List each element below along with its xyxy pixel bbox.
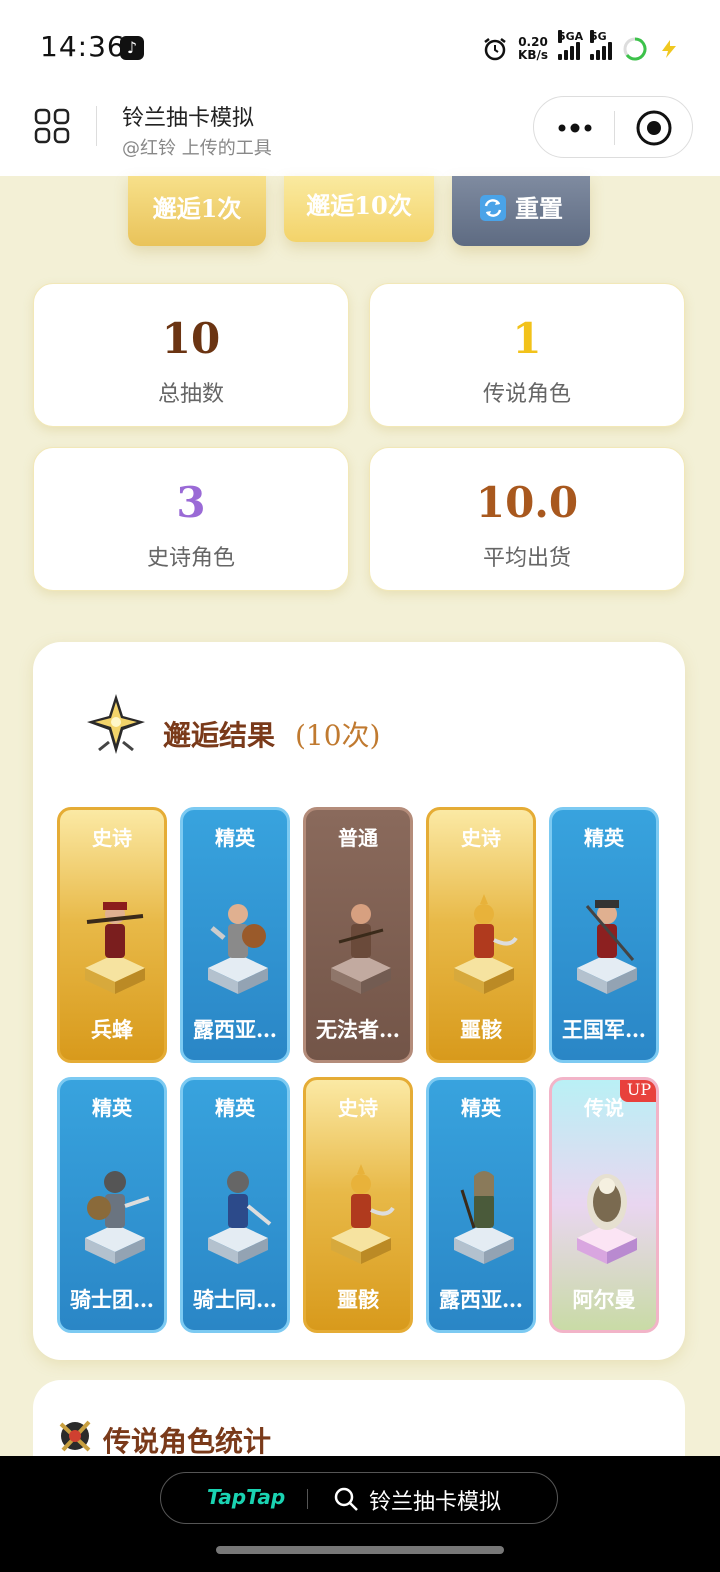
card-name: 兵蜂 — [91, 1017, 133, 1042]
status-time: 14:36 — [40, 30, 126, 63]
character-sprite — [577, 1174, 637, 1264]
search-text: 铃兰抽卡模拟 — [369, 1490, 502, 1515]
stat-value: 1 — [512, 314, 542, 363]
search-icon — [334, 1487, 358, 1511]
card-rarity: 普通 — [338, 826, 378, 850]
results-panel: 邂逅结果 (10次) 史诗 兵蜂 精英 露西亚… 普通 无法者… 史诗 噩骸 精… — [33, 642, 685, 1360]
card-name: 噩骸 — [460, 1017, 502, 1042]
character-sprite — [577, 900, 637, 994]
card-name: 王国军… — [562, 1017, 646, 1042]
card-rarity: 精英 — [461, 1096, 501, 1120]
divider — [96, 106, 97, 146]
result-card[interactable]: 精英 王国军… — [549, 807, 659, 1063]
card-rarity: 史诗 — [461, 826, 501, 850]
draw-ten-button[interactable]: 邂逅10次 — [284, 176, 434, 242]
character-sprite — [454, 894, 518, 994]
status-bar: 14:36 ♪ 0.20 KB/s 5GA 5G — [0, 0, 720, 96]
card-name: 阿尔曼 — [572, 1287, 636, 1312]
alarm-icon — [484, 38, 506, 61]
character-sprite — [85, 902, 145, 994]
legend-stats-title: 传说角色统计 — [103, 1425, 272, 1458]
net-speed: 0.20 KB/s — [518, 35, 548, 62]
status-icons: 0.20 KB/s 5GA 5G — [482, 30, 680, 64]
taptap-logo: TapTap — [207, 1485, 286, 1509]
results-count: (10次) — [295, 719, 381, 752]
search-pill[interactable]: TapTap 铃兰抽卡模拟 — [160, 1472, 558, 1524]
stat-value: 3 — [176, 478, 206, 527]
card-name: 骑士团… — [70, 1287, 154, 1312]
result-card[interactable]: 精英 骑士团… — [57, 1077, 167, 1333]
signal-icon: 5GA — [558, 30, 583, 60]
stat-value: 10 — [161, 314, 221, 363]
card-rarity: 精英 — [92, 1096, 132, 1120]
draw-one-button[interactable]: 邂逅1次 — [128, 176, 266, 246]
card-rarity: 精英 — [215, 826, 255, 850]
card-rarity: 史诗 — [92, 826, 132, 850]
stat-label: 传说角色 — [482, 382, 571, 407]
battery-icon — [623, 37, 647, 61]
result-card[interactable]: 史诗 噩骸 — [426, 807, 536, 1063]
home-indicator[interactable] — [216, 1546, 504, 1554]
star-emblem-icon — [87, 694, 145, 754]
card-name: 露西亚… — [439, 1287, 523, 1312]
signal-icon: 5G — [590, 30, 612, 60]
app-subtitle: @红铃 上传的工具 — [122, 138, 272, 159]
stat-average: 10.0 平均出货 — [369, 447, 685, 591]
card-name: 无法者… — [316, 1017, 400, 1042]
capsule-divider — [614, 111, 615, 145]
card-name: 骑士同… — [193, 1287, 277, 1312]
result-card[interactable]: 普通 无法者… — [303, 807, 413, 1063]
card-rarity: 史诗 — [338, 1096, 378, 1120]
stat-label: 史诗角色 — [146, 546, 235, 571]
stat-legendary: 1 传说角色 — [369, 283, 685, 427]
reset-label: 重置 — [515, 194, 563, 223]
card-rarity: 精英 — [584, 826, 624, 850]
character-sprite — [331, 1164, 395, 1264]
result-card[interactable]: 精英 骑士同… — [180, 1077, 290, 1333]
character-sprite — [85, 1171, 150, 1264]
bottom-bar: TapTap 铃兰抽卡模拟 — [0, 1456, 720, 1572]
stat-label: 平均出货 — [482, 546, 571, 571]
stat-label: 总抽数 — [157, 382, 224, 407]
character-sprite — [208, 904, 268, 994]
character-sprite — [454, 1171, 514, 1264]
stat-value: 10.0 — [475, 478, 579, 527]
result-card[interactable]: 传说 UP 阿尔曼 — [549, 1077, 659, 1333]
close-miniprogram-icon[interactable] — [634, 108, 674, 148]
character-sprite — [208, 1171, 272, 1264]
card-name: 噩骸 — [337, 1287, 379, 1312]
card-rarity: 精英 — [215, 1096, 255, 1120]
result-card[interactable]: 史诗 噩骸 — [303, 1077, 413, 1333]
results-title: 邂逅结果 — [163, 719, 276, 752]
more-icon[interactable] — [556, 118, 594, 138]
charging-icon — [662, 40, 676, 58]
capsule-menu — [533, 96, 693, 158]
up-badge: UP — [620, 1080, 656, 1102]
legend-emblem-icon — [59, 1420, 91, 1452]
character-sprite — [331, 904, 391, 994]
stat-epic: 3 史诗角色 — [33, 447, 349, 591]
result-card[interactable]: 史诗 兵蜂 — [57, 807, 167, 1063]
result-card[interactable]: 精英 露西亚… — [180, 807, 290, 1063]
result-card[interactable]: 精英 露西亚… — [426, 1077, 536, 1333]
card-name: 露西亚… — [193, 1017, 277, 1042]
app-header: 铃兰抽卡模拟 @红铃 上传的工具 — [0, 96, 720, 176]
grid-menu-icon[interactable] — [34, 108, 70, 144]
divider — [307, 1489, 308, 1509]
app-title: 铃兰抽卡模拟 — [122, 106, 255, 131]
stat-total-draws: 10 总抽数 — [33, 283, 349, 427]
reset-button[interactable]: 重置 — [452, 176, 590, 246]
refresh-icon — [480, 195, 506, 221]
tiktok-icon: ♪ — [120, 36, 144, 60]
